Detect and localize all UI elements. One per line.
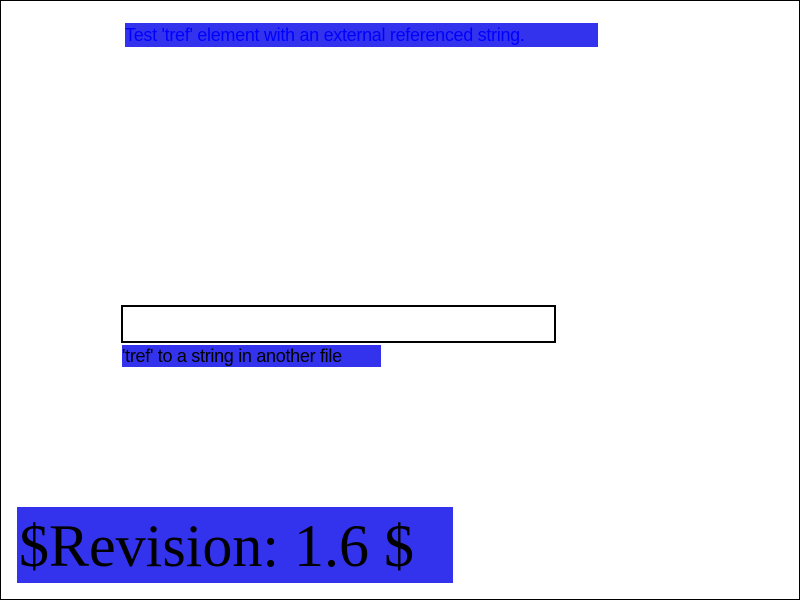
tref-label: 'tref' to a string in another file (122, 345, 381, 367)
tref-target-box (121, 305, 556, 343)
revision-label: $Revision: 1.6 $ (17, 507, 453, 583)
test-canvas: Test 'tref' element with an external ref… (0, 0, 800, 600)
test-title: Test 'tref' element with an external ref… (125, 23, 598, 47)
